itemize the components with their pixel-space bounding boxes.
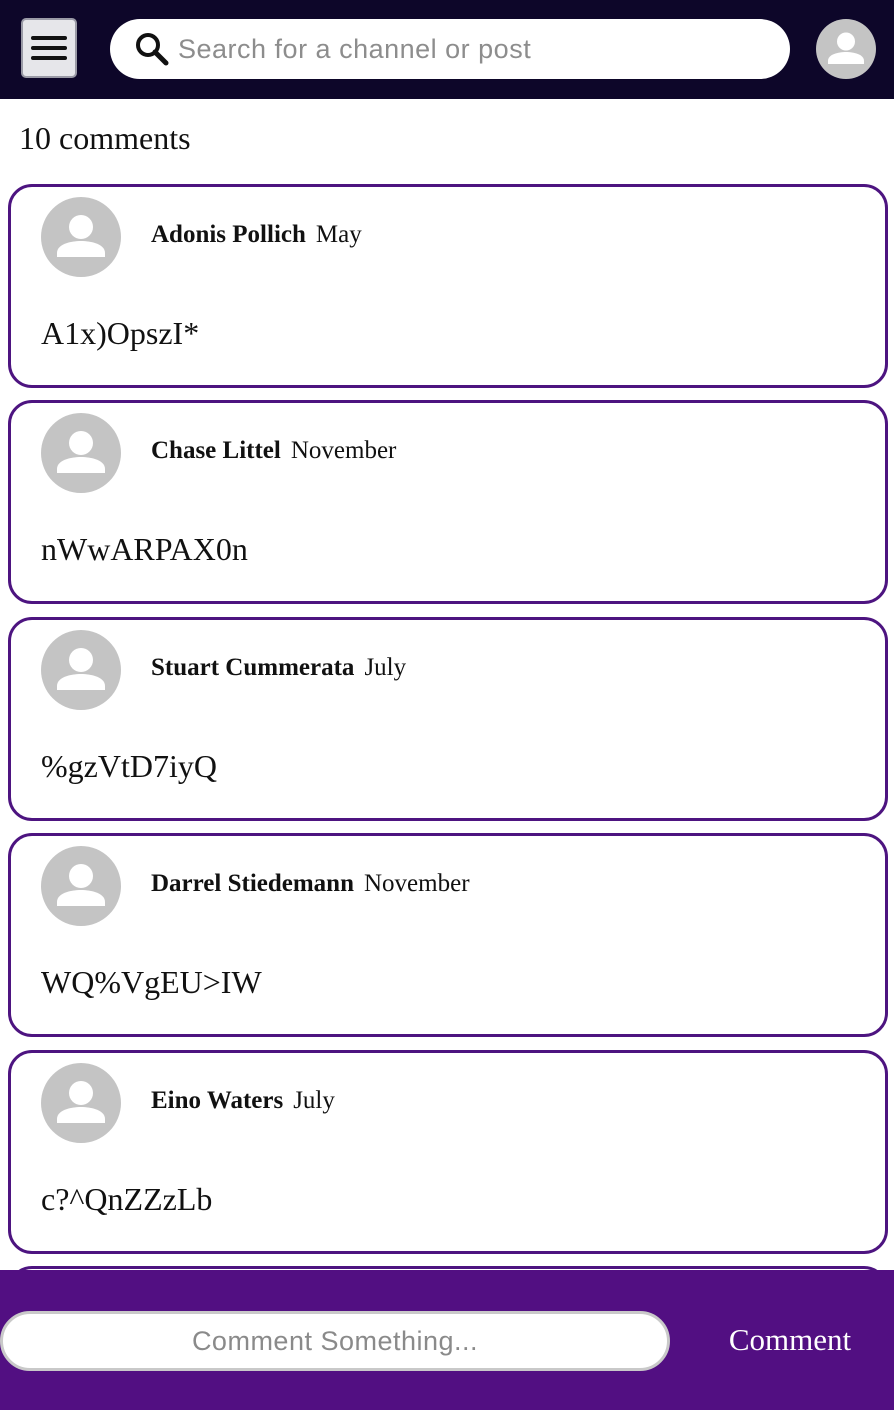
comment-text: %gzVtD7iyQ (41, 748, 217, 784)
hamburger-menu-icon (31, 46, 67, 50)
avatar (41, 846, 121, 926)
avatar (41, 1063, 121, 1143)
user-avatar-icon (57, 648, 105, 690)
comment-date: November (290, 437, 397, 464)
comment-author: Adonis Pollich (151, 221, 306, 248)
comment-text: A1x)OpszI* (41, 315, 200, 351)
hamburger-menu-icon (31, 56, 67, 60)
comment-author: Stuart Cummerata (151, 654, 355, 681)
comment-card: Eino Waters July c?^QnZZzLb (8, 1050, 888, 1254)
search-bar[interactable] (110, 19, 790, 79)
user-avatar-icon (57, 431, 105, 473)
comment-meta: Chase Littel November (151, 437, 396, 465)
comment-author: Chase Littel (151, 437, 281, 464)
profile-avatar-button[interactable] (816, 19, 876, 79)
comment-meta: Darrel Stiedemann November (151, 870, 470, 898)
comment-text: c?^QnZZzLb (41, 1181, 213, 1217)
comment-input[interactable] (0, 1311, 670, 1371)
comment-meta: Stuart Cummerata July (151, 654, 406, 682)
comment-date: July (364, 654, 407, 681)
comment-meta: Adonis Pollich May (151, 221, 362, 249)
comment-card: Darrel Stiedemann November WQ%VgEU>IW (8, 833, 888, 1037)
comment-card: Chase Littel November nWwARPAX0n (8, 400, 888, 604)
comment-author: Eino Waters (151, 1087, 284, 1114)
avatar (41, 197, 121, 277)
user-avatar-icon (57, 1081, 105, 1123)
comment-date: May (315, 221, 362, 248)
search-icon (136, 33, 169, 66)
user-avatar-icon (57, 864, 105, 906)
hamburger-menu-icon (31, 36, 67, 40)
user-avatar-icon (828, 32, 864, 64)
comment-author: Darrel Stiedemann (151, 870, 354, 897)
comments-count: 10 comments (19, 120, 191, 156)
comment-card: Adonis Pollich May A1x)OpszI* (8, 184, 888, 388)
user-avatar-icon (57, 215, 105, 257)
comments-list: 10 comments Adonis Pollich May A1x)OpszI*… (0, 0, 894, 1270)
comment-composer-bar: Comment (0, 1270, 894, 1410)
comment-date: November (364, 870, 470, 897)
comment-card: Stuart Cummerata July %gzVtD7iyQ (8, 617, 888, 821)
top-navigation-bar (0, 0, 894, 99)
comment-text: WQ%VgEU>IW (41, 964, 262, 1000)
menu-button[interactable] (21, 18, 77, 78)
comment-date: July (293, 1087, 335, 1114)
comment-submit-button[interactable]: Comment (700, 1315, 880, 1365)
search-input[interactable] (176, 32, 766, 66)
avatar (41, 413, 121, 493)
avatar (41, 630, 121, 710)
comment-meta: Eino Waters July (151, 1087, 335, 1115)
comment-text: nWwARPAX0n (41, 531, 248, 567)
